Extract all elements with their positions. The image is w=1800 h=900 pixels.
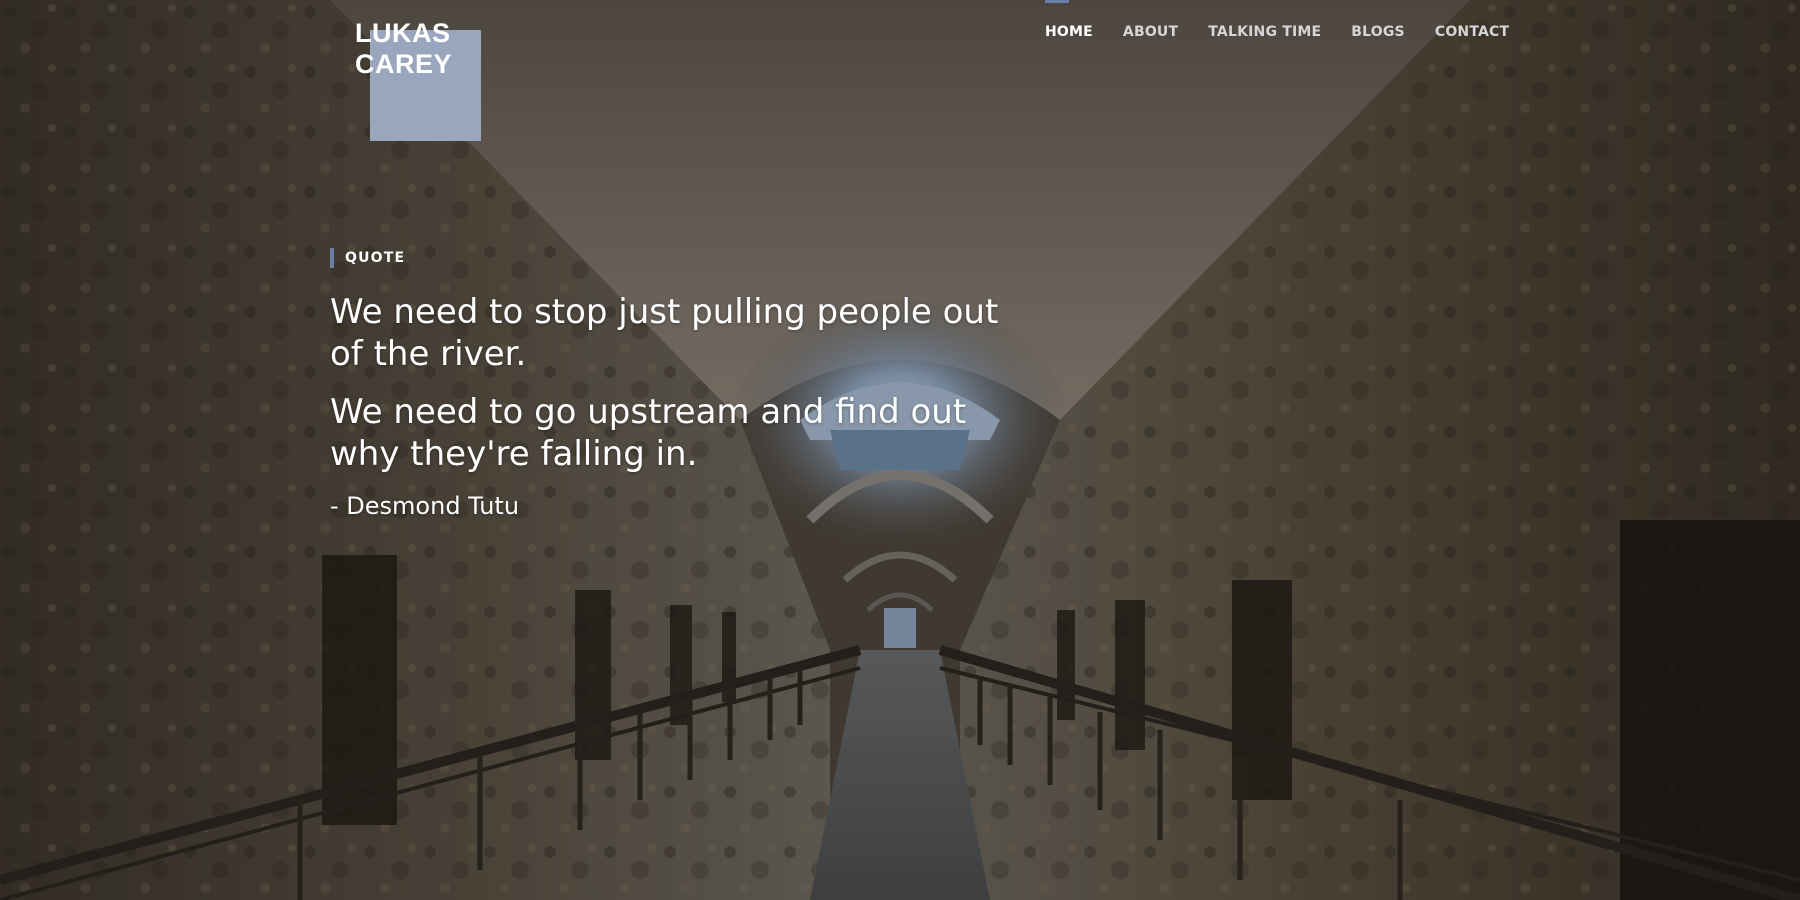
- hero-quote: QUOTE We need to stop just pulling peopl…: [330, 248, 1050, 521]
- nav-item-talking-time[interactable]: TALKING TIME: [1193, 0, 1336, 70]
- nav-item-label: BLOGS: [1351, 24, 1405, 40]
- nav-item-about[interactable]: ABOUT: [1108, 0, 1193, 70]
- quote-line-2: We need to go upstream and find out why …: [330, 392, 967, 474]
- main-navigation: HOME ABOUT TALKING TIME BLOGS CONTACT: [1030, 0, 1524, 70]
- logo-line-2: CAREY: [355, 49, 453, 79]
- quote-line-1: We need to stop just pulling people out …: [330, 292, 999, 374]
- quote-author: - Desmond Tutu: [330, 492, 520, 520]
- nav-item-label: ABOUT: [1122, 24, 1179, 40]
- eyebrow-label: QUOTE: [345, 250, 406, 266]
- active-nav-indicator: [1045, 0, 1069, 3]
- nav-item-label: TALKING TIME: [1208, 24, 1322, 40]
- nav-item-label: CONTACT: [1434, 24, 1510, 40]
- logo-text: LUKAS CAREY: [355, 18, 452, 80]
- nav-item-contact[interactable]: CONTACT: [1420, 0, 1524, 70]
- nav-item-home[interactable]: HOME: [1030, 0, 1108, 70]
- logo-line-1: LUKAS: [355, 18, 451, 48]
- nav-item-label: HOME: [1045, 24, 1093, 40]
- nav-item-blogs[interactable]: BLOGS: [1336, 0, 1420, 70]
- quote-eyebrow: QUOTE: [330, 248, 1050, 268]
- eyebrow-accent-bar: [330, 248, 334, 268]
- site-logo[interactable]: LUKAS CAREY: [355, 18, 485, 148]
